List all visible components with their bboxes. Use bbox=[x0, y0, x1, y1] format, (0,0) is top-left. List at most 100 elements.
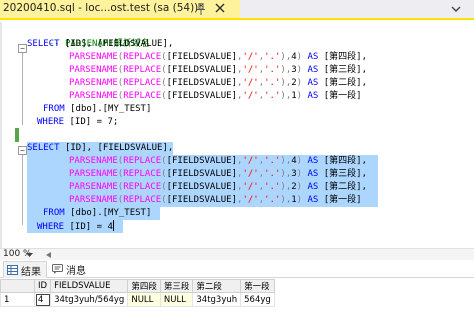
sql-table: [dbo].[MY_TEST] bbox=[70, 208, 152, 218]
sql-function: PARSENAME bbox=[69, 65, 118, 75]
column-header-part2[interactable]: 第二段 bbox=[192, 279, 242, 293]
cell-part1[interactable]: 564yg bbox=[240, 292, 275, 307]
sql-string: '.' bbox=[264, 182, 281, 192]
tab-messages-label: 消息 bbox=[66, 266, 86, 277]
code-line: PARSENAME(REPLACE([FIELDSVALUE],'/','.')… bbox=[27, 181, 367, 194]
sql-columns: [ID], [FIELDSVALUE], bbox=[64, 143, 174, 153]
results-grid[interactable]: ID FIELDSVALUE 第四段 第三段 第二段 第一段 1 4 34tg3… bbox=[0, 279, 474, 323]
sql-keyword: SELECT bbox=[27, 39, 60, 49]
sql-string: '.' bbox=[264, 78, 281, 88]
sql-operator: ) bbox=[296, 65, 303, 75]
sql-string: '.' bbox=[264, 91, 281, 101]
sql-function: REPLACE bbox=[123, 91, 162, 101]
sql-keyword: FROM bbox=[43, 208, 65, 218]
sql-column: [FIELDSVALUE] bbox=[166, 156, 238, 166]
document-tab[interactable]: 20200410.sql - loc...ost.test (sa (54))* bbox=[0, 0, 240, 18]
sql-keyword: WHERE bbox=[37, 222, 65, 232]
sql-column: [FIELDSVALUE] bbox=[166, 91, 238, 101]
cell-id[interactable]: 4 bbox=[33, 292, 52, 307]
sql-function: REPLACE bbox=[123, 195, 162, 205]
sql-keyword: AS bbox=[307, 65, 319, 75]
column-header-part3[interactable]: 第三段 bbox=[159, 279, 194, 293]
close-icon[interactable] bbox=[213, 1, 227, 15]
sql-column: [FIELDSVALUE] bbox=[166, 195, 238, 205]
sql-condition: [ID] = 7; bbox=[69, 117, 119, 127]
sql-function: PARSENAME bbox=[69, 169, 118, 179]
query-editor[interactable]: − − -- PARSENAME解析域名 SELECT [ID], [FIELD… bbox=[0, 22, 474, 248]
cell-part3[interactable]: NULL bbox=[159, 292, 194, 307]
tab-messages[interactable]: 消息 bbox=[49, 261, 89, 278]
outline-line bbox=[22, 155, 23, 225]
editor-status-row: 100 % bbox=[0, 248, 474, 260]
sql-column: [FIELDSVALUE] bbox=[166, 182, 238, 192]
sql-alias: [第四段], bbox=[323, 52, 368, 62]
code-line: PARSENAME(REPLACE([FIELDSVALUE],'/','.')… bbox=[27, 90, 362, 103]
column-header-id[interactable]: ID bbox=[33, 279, 52, 293]
sql-alias: [第三段], bbox=[323, 65, 368, 75]
column-header-part1[interactable]: 第一段 bbox=[240, 279, 275, 293]
cell-part4[interactable]: NULL bbox=[127, 292, 161, 307]
tab-results[interactable]: 结果 bbox=[3, 261, 47, 278]
results-tab-strip: 结果 消息 bbox=[0, 261, 474, 278]
sql-operator: ) bbox=[296, 195, 303, 205]
sql-table: [dbo].[MY_TEST] bbox=[70, 104, 152, 114]
code-line: PARSENAME(REPLACE([FIELDSVALUE],'/','.')… bbox=[27, 77, 367, 90]
sql-operator: ) bbox=[296, 169, 303, 179]
sql-column: [FIELDSVALUE] bbox=[166, 52, 238, 62]
outline-line bbox=[22, 53, 23, 125]
sql-operator: ) bbox=[296, 78, 303, 88]
column-header-part4[interactable]: 第四段 bbox=[127, 279, 161, 293]
row-number-header[interactable] bbox=[0, 279, 35, 293]
row-number[interactable]: 1 bbox=[0, 292, 35, 307]
sql-alias: [第四段], bbox=[323, 156, 368, 166]
code-line: SELECT [ID], [FIELDSVALUE], bbox=[27, 142, 173, 155]
chevron-down-icon[interactable] bbox=[450, 4, 462, 14]
sql-string: '.' bbox=[264, 65, 281, 75]
table-row[interactable]: 1 4 34tg3yuh/564yg NULL NULL 34tg3yuh 56… bbox=[0, 292, 275, 307]
sql-function: REPLACE bbox=[123, 78, 162, 88]
chevron-left-icon[interactable] bbox=[46, 252, 51, 258]
sql-keyword: AS bbox=[307, 91, 319, 101]
collapse-toggle[interactable]: − bbox=[18, 146, 27, 155]
sql-alias: [第二段], bbox=[323, 182, 368, 192]
sql-keyword: AS bbox=[307, 195, 319, 205]
code-line: PARSENAME(REPLACE([FIELDSVALUE],'/','.')… bbox=[27, 51, 367, 64]
document-tab-strip: 20200410.sql - loc...ost.test (sa (54))* bbox=[0, 0, 474, 20]
sql-string: '/' bbox=[242, 156, 259, 166]
sql-function: REPLACE bbox=[123, 65, 162, 75]
sql-operator: ) bbox=[296, 52, 303, 62]
sql-string: '/' bbox=[242, 52, 259, 62]
sql-function: PARSENAME bbox=[69, 52, 118, 62]
sql-column: [FIELDSVALUE] bbox=[166, 65, 238, 75]
cell-part2[interactable]: 34tg3yuh bbox=[192, 292, 242, 307]
chevron-down-icon[interactable] bbox=[26, 253, 33, 257]
header-row: ID FIELDSVALUE 第四段 第三段 第二段 第一段 bbox=[0, 279, 275, 293]
column-header-fieldsvalue[interactable]: FIELDSVALUE bbox=[50, 279, 129, 293]
collapse-toggle[interactable]: − bbox=[18, 44, 27, 53]
tab-results-label: 结果 bbox=[21, 267, 41, 278]
pin-icon[interactable] bbox=[196, 3, 206, 15]
code-line: PARSENAME(REPLACE([FIELDSVALUE],'/','.')… bbox=[27, 64, 367, 77]
cell-fieldsvalue[interactable]: 34tg3yuh/564yg bbox=[50, 292, 129, 307]
sql-function: REPLACE bbox=[123, 156, 162, 166]
sql-column: [FIELDSVALUE] bbox=[166, 169, 238, 179]
document-tab-title: 20200410.sql - loc...ost.test (sa (54))* bbox=[3, 2, 204, 14]
message-icon bbox=[52, 264, 63, 274]
text-caret bbox=[112, 220, 114, 231]
editor-margin bbox=[0, 22, 2, 248]
sql-operator: ) bbox=[296, 182, 303, 192]
sql-function: PARSENAME bbox=[69, 182, 118, 192]
sql-keyword: AS bbox=[307, 169, 319, 179]
sql-function: PARSENAME bbox=[69, 91, 118, 101]
sql-columns: [ID], [FIELDSVALUE], bbox=[64, 39, 174, 49]
sql-string: '/' bbox=[242, 78, 259, 88]
sql-function: PARSENAME bbox=[69, 195, 118, 205]
sql-string: '.' bbox=[264, 156, 281, 166]
sql-keyword: AS bbox=[307, 182, 319, 192]
sql-function: PARSENAME bbox=[69, 78, 118, 88]
sql-function: REPLACE bbox=[123, 169, 162, 179]
change-indicator bbox=[15, 128, 19, 142]
code-line: PARSENAME(REPLACE([FIELDSVALUE],'/','.')… bbox=[27, 168, 367, 181]
sql-string: '/' bbox=[242, 182, 259, 192]
sql-alias: [第三段], bbox=[323, 169, 368, 179]
